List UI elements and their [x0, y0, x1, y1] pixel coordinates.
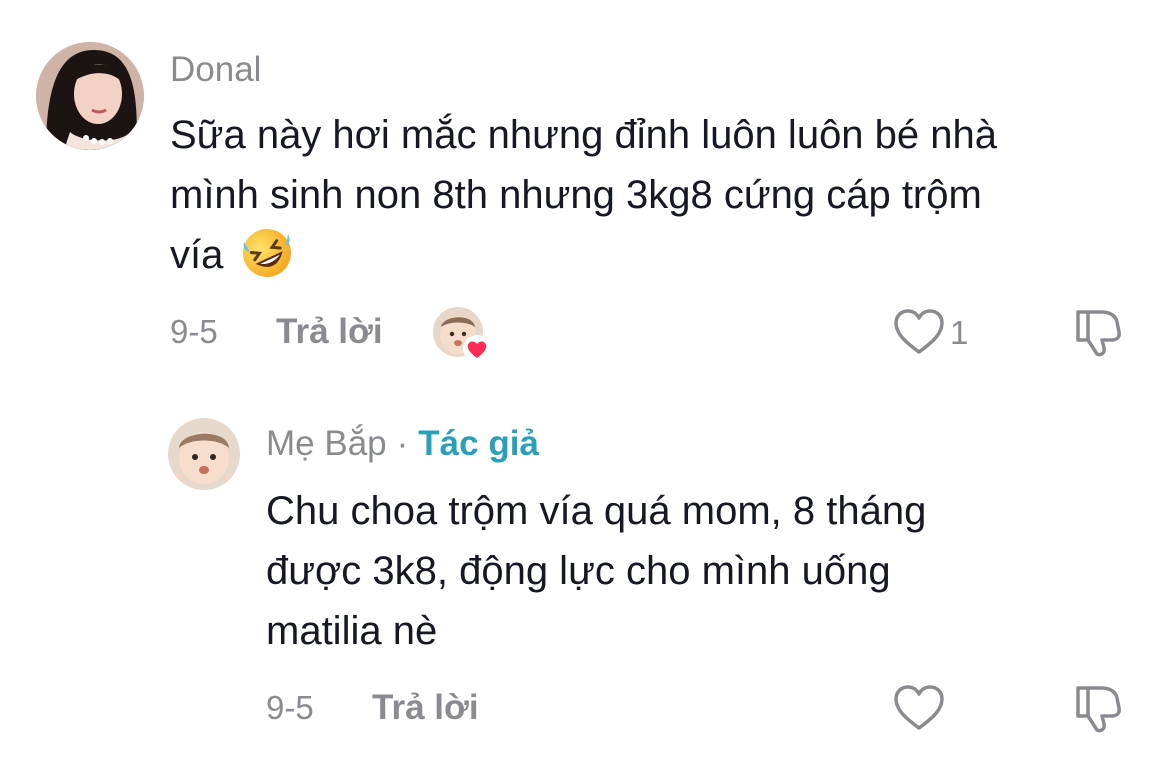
heart-outline-icon	[894, 685, 944, 730]
reply-text-line: Chu choa trộm vía quá mom, 8 tháng	[266, 489, 927, 533]
reply-username-text[interactable]: Mẹ Bắp	[266, 424, 387, 463]
reply-text-line: được 3k8, động lực cho mình uống	[266, 549, 891, 593]
like-button[interactable]	[892, 308, 946, 356]
heart-badge-icon	[463, 335, 491, 363]
dislike-icon	[1076, 310, 1121, 357]
author-separator: ·	[396, 424, 409, 463]
comment-thread: Donal Sữa này hơi mắc nhưng đỉnh luôn lu…	[0, 0, 1170, 760]
dislike-button[interactable]	[1070, 306, 1124, 358]
dislike-icon	[1076, 686, 1121, 733]
avatar-me-bap[interactable]	[168, 418, 240, 490]
comment-text-line: vía	[170, 225, 1150, 285]
reply-button[interactable]: Trả lời	[372, 690, 479, 725]
like-count: 1	[950, 314, 969, 351]
author-tag: Tác giả	[418, 424, 539, 463]
emoji-laughing-icon	[240, 226, 294, 280]
comment-text-line: mình sinh non 8th nhưng 3kg8 cứng cáp tr…	[170, 173, 982, 217]
comment-text: Sữa này hơi mắc nhưng đỉnh luôn luôn bé …	[170, 105, 1150, 285]
comment-username[interactable]: Donal	[170, 52, 261, 87]
dislike-button[interactable]	[1070, 682, 1124, 734]
comment-text-line: Sữa này hơi mắc nhưng đỉnh luôn luôn bé …	[170, 113, 998, 157]
reply-button[interactable]: Trả lời	[276, 314, 383, 349]
reply-date: 9-5	[266, 689, 314, 726]
like-button[interactable]	[892, 684, 946, 732]
comment-text-fragment: vía	[170, 233, 224, 277]
avatar-donal[interactable]	[36, 42, 144, 150]
creator-liked-badge	[433, 307, 491, 365]
reply-text: Chu choa trộm vía quá mom, 8 tháng được …	[266, 481, 1146, 661]
comment-date: 9-5	[170, 313, 218, 350]
reply-username[interactable]: Mẹ Bắp · Tác giả	[266, 426, 539, 461]
heart-outline-icon	[894, 309, 944, 354]
reply-text-line: matilia nè	[266, 609, 438, 653]
